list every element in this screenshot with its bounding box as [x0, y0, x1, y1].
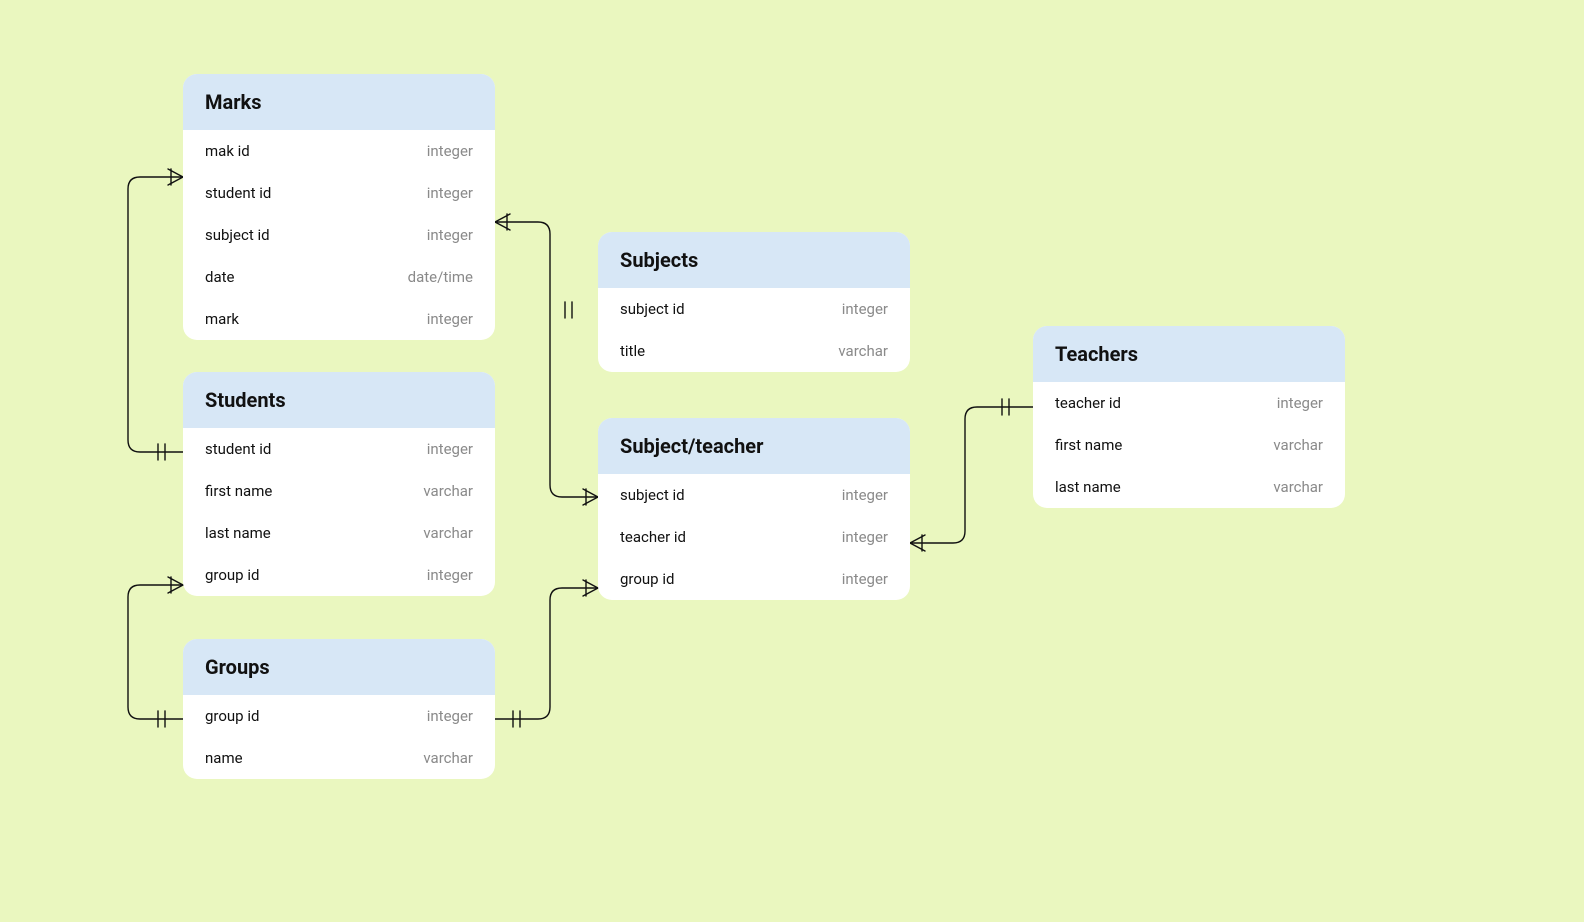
- field-name: mak id: [205, 142, 250, 160]
- field-row: teacher id integer: [1033, 382, 1345, 424]
- field-name: subject id: [620, 300, 685, 318]
- field-type: integer: [427, 440, 473, 458]
- conn-marks-subjects: [495, 214, 598, 497]
- field-row: first name varchar: [1033, 424, 1345, 466]
- crow-marks-to-st: [583, 489, 598, 505]
- field-row: mak id integer: [183, 130, 495, 172]
- field-row: first name varchar: [183, 470, 495, 512]
- conn-marks-students: [128, 169, 183, 460]
- field-type: date/time: [408, 268, 473, 286]
- field-row: subject id integer: [598, 474, 910, 516]
- field-type: integer: [427, 184, 473, 202]
- field-row: teacher id integer: [598, 516, 910, 558]
- field-name: title: [620, 342, 645, 360]
- conn-subjectteacher-teachers: [910, 399, 1033, 551]
- entity-teachers-title: Teachers: [1033, 326, 1345, 382]
- conn-students-groups: [128, 577, 183, 727]
- field-row: group id integer: [183, 554, 495, 596]
- field-type: varchar: [423, 482, 473, 500]
- field-type: integer: [427, 142, 473, 160]
- field-name: subject id: [620, 486, 685, 504]
- entity-subject-teacher-title: Subject/teacher: [598, 418, 910, 474]
- entity-teachers[interactable]: Teachers teacher id integer first name v…: [1033, 326, 1345, 508]
- entity-subject-teacher[interactable]: Subject/teacher subject id integer teach…: [598, 418, 910, 600]
- field-row: group id integer: [183, 695, 495, 737]
- field-row: mark integer: [183, 298, 495, 340]
- field-name: group id: [205, 707, 259, 725]
- field-row: last name varchar: [183, 512, 495, 554]
- field-type: varchar: [423, 749, 473, 767]
- field-name: group id: [205, 566, 259, 584]
- field-row: subject id integer: [598, 288, 910, 330]
- entity-groups-title: Groups: [183, 639, 495, 695]
- field-row: student id integer: [183, 172, 495, 214]
- field-row: name varchar: [183, 737, 495, 779]
- entity-marks-title: Marks: [183, 74, 495, 130]
- field-name: last name: [205, 524, 271, 542]
- field-name: first name: [205, 482, 272, 500]
- field-row: title varchar: [598, 330, 910, 372]
- field-name: student id: [205, 440, 271, 458]
- field-row: date date/time: [183, 256, 495, 298]
- field-row: last name varchar: [1033, 466, 1345, 508]
- entity-marks[interactable]: Marks mak id integer student id integer …: [183, 74, 495, 340]
- field-type: varchar: [423, 524, 473, 542]
- field-row: student id integer: [183, 428, 495, 470]
- field-type: varchar: [1273, 436, 1323, 454]
- field-type: varchar: [838, 342, 888, 360]
- field-name: first name: [1055, 436, 1122, 454]
- field-type: integer: [427, 707, 473, 725]
- field-name: teacher id: [620, 528, 686, 546]
- field-name: last name: [1055, 478, 1121, 496]
- field-name: name: [205, 749, 243, 767]
- field-row: group id integer: [598, 558, 910, 600]
- field-name: subject id: [205, 226, 270, 244]
- field-name: teacher id: [1055, 394, 1121, 412]
- field-type: integer: [427, 226, 473, 244]
- entity-students-title: Students: [183, 372, 495, 428]
- field-type: integer: [427, 566, 473, 584]
- conn-groups-subjectteacher: [495, 580, 598, 727]
- field-type: integer: [842, 528, 888, 546]
- entity-groups[interactable]: Groups group id integer name varchar: [183, 639, 495, 779]
- field-name: group id: [620, 570, 674, 588]
- field-name: date: [205, 268, 234, 286]
- field-type: integer: [842, 570, 888, 588]
- field-type: integer: [427, 310, 473, 328]
- entity-subjects[interactable]: Subjects subject id integer title varcha…: [598, 232, 910, 372]
- entity-subjects-title: Subjects: [598, 232, 910, 288]
- field-type: integer: [842, 300, 888, 318]
- field-type: integer: [1277, 394, 1323, 412]
- field-name: student id: [205, 184, 271, 202]
- field-name: mark: [205, 310, 239, 328]
- field-type: varchar: [1273, 478, 1323, 496]
- entity-students[interactable]: Students student id integer first name v…: [183, 372, 495, 596]
- field-type: integer: [842, 486, 888, 504]
- field-row: subject id integer: [183, 214, 495, 256]
